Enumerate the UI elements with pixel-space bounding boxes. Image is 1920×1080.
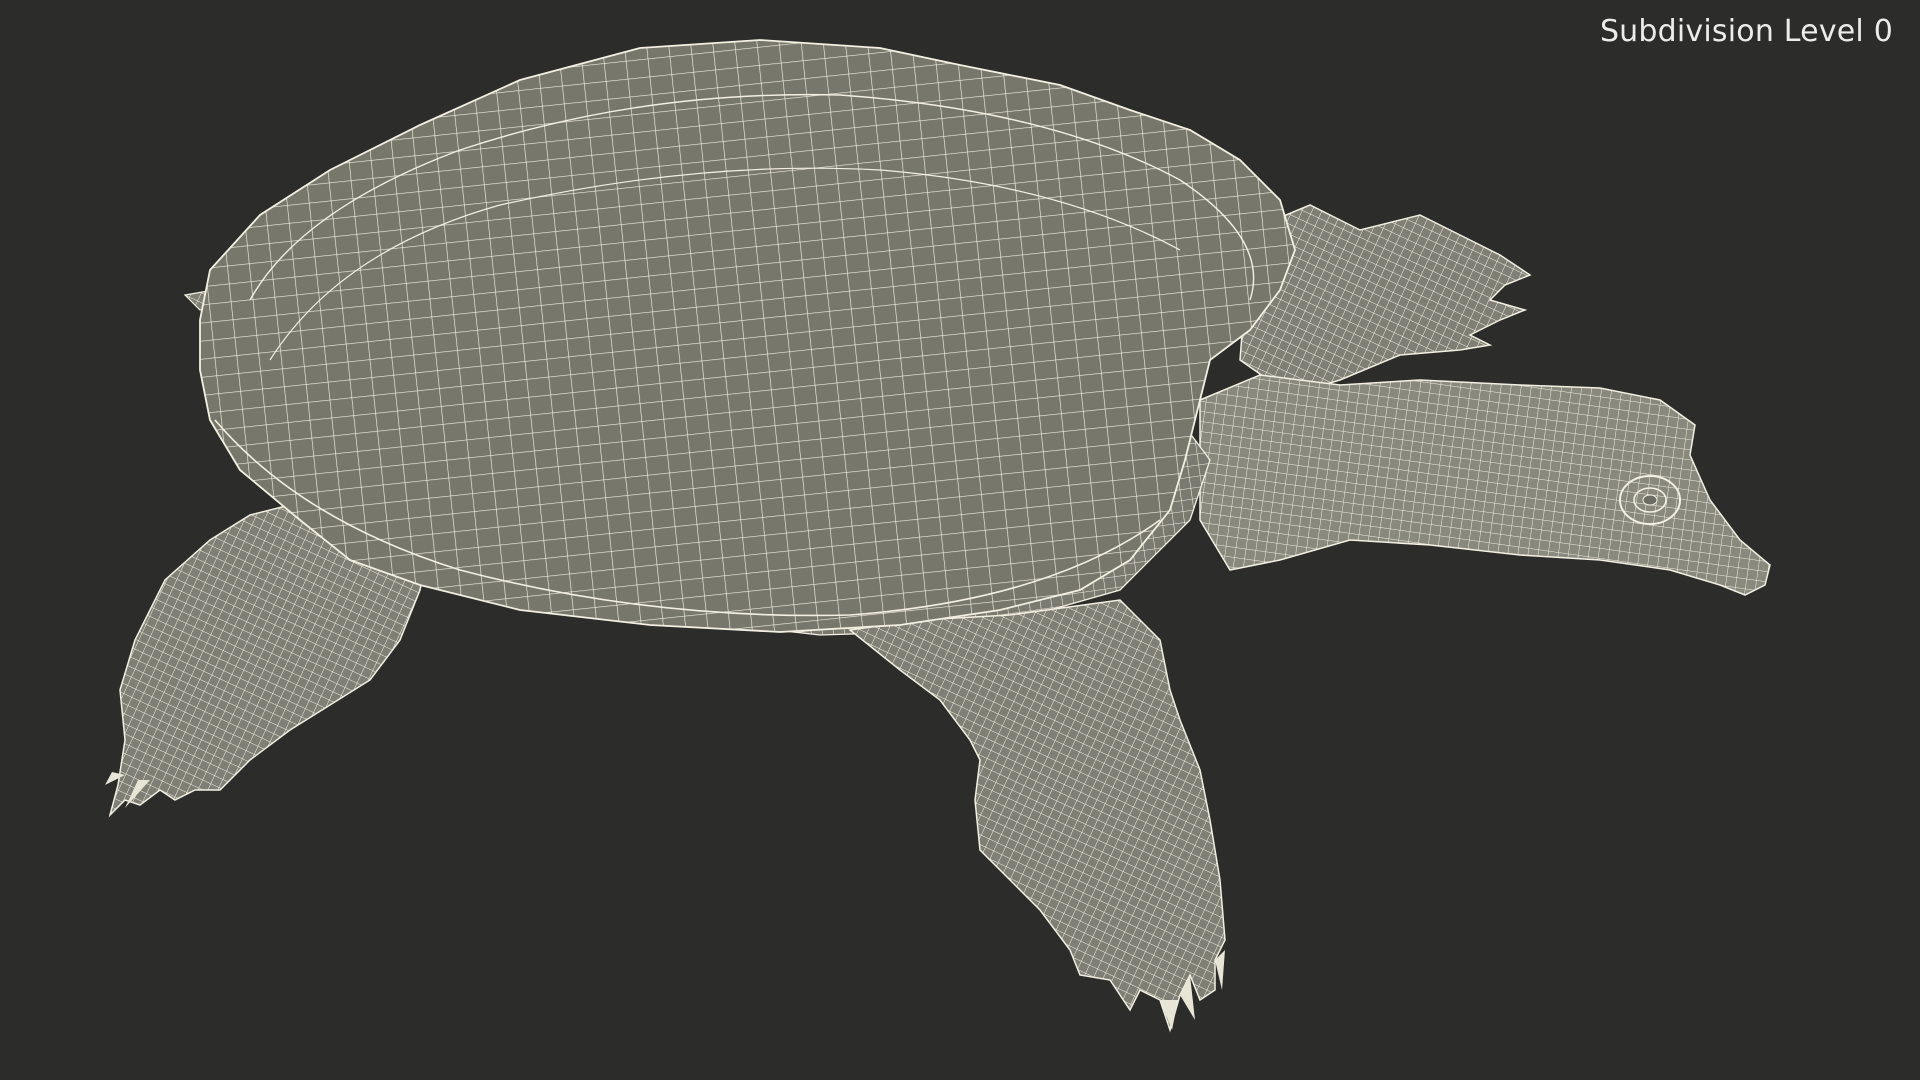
turtle-wireframe-model [105, 39, 1771, 1033]
front-right-leg [848, 599, 1226, 1033]
neck-head [1199, 374, 1771, 596]
eye-core [1642, 494, 1658, 506]
carapace-shell [199, 39, 1296, 633]
subdivision-level-label: Subdivision Level 0 [1599, 14, 1893, 49]
viewport[interactable]: Subdivision Level 0 [0, 0, 1920, 1080]
